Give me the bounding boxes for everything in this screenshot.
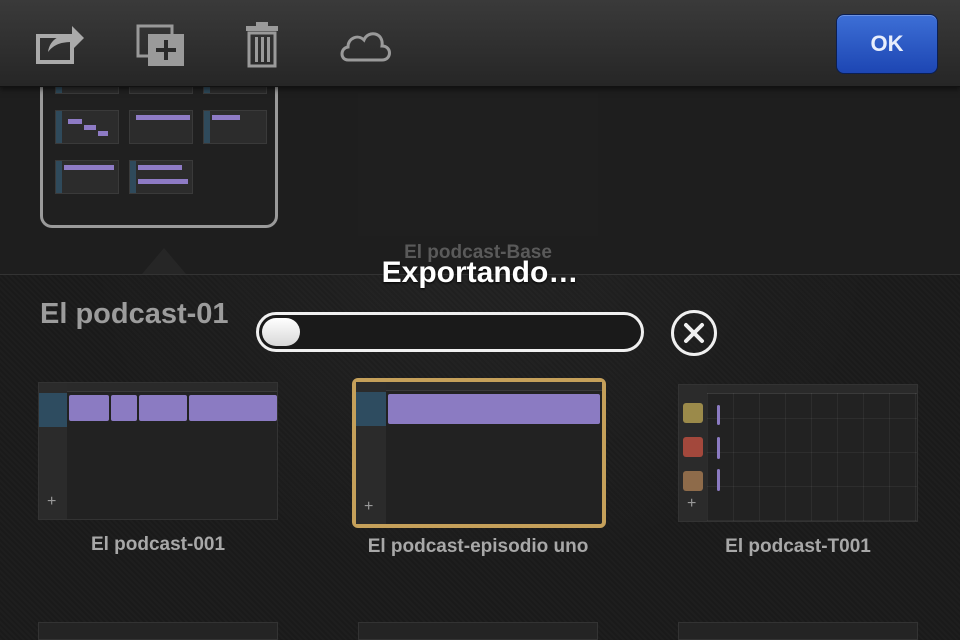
project-name: El podcast-T001 bbox=[725, 536, 871, 557]
keyboard-icon bbox=[683, 437, 703, 457]
cloud-icon[interactable] bbox=[338, 20, 394, 68]
project-thumbnail: + bbox=[352, 378, 606, 528]
close-icon bbox=[684, 323, 704, 343]
project-card-partial[interactable] bbox=[38, 622, 278, 640]
project-thumbnail: + bbox=[678, 384, 918, 522]
ok-button[interactable]: OK bbox=[836, 14, 938, 74]
export-progress-bar bbox=[256, 312, 644, 352]
project-name: El podcast-001 bbox=[90, 534, 226, 555]
mini-song bbox=[129, 160, 193, 194]
mini-song bbox=[129, 110, 193, 144]
section-title: El podcast-01 bbox=[40, 298, 229, 330]
add-track-icon: + bbox=[687, 495, 697, 512]
project-thumbnail-faded[interactable] bbox=[358, 86, 598, 236]
drums-icon bbox=[683, 403, 703, 423]
bass-icon bbox=[683, 471, 703, 491]
add-track-icon: + bbox=[47, 493, 57, 510]
trash-icon[interactable] bbox=[236, 20, 288, 68]
export-title: Exportando… bbox=[381, 256, 579, 289]
add-track-icon: + bbox=[364, 498, 374, 515]
project-thumbnail: + bbox=[38, 382, 278, 520]
export-progress-fill bbox=[262, 318, 300, 346]
toolbar: OK bbox=[0, 0, 960, 87]
mini-song bbox=[55, 160, 119, 194]
share-icon[interactable] bbox=[34, 20, 86, 68]
project-card-partial[interactable] bbox=[678, 622, 918, 640]
cancel-export-button[interactable] bbox=[671, 310, 717, 356]
mini-song bbox=[203, 110, 267, 144]
mini-song bbox=[55, 110, 119, 144]
project-name: El podcast-episodio uno bbox=[367, 536, 589, 557]
new-project-icon[interactable] bbox=[136, 20, 188, 68]
project-card-partial[interactable] bbox=[358, 622, 598, 640]
